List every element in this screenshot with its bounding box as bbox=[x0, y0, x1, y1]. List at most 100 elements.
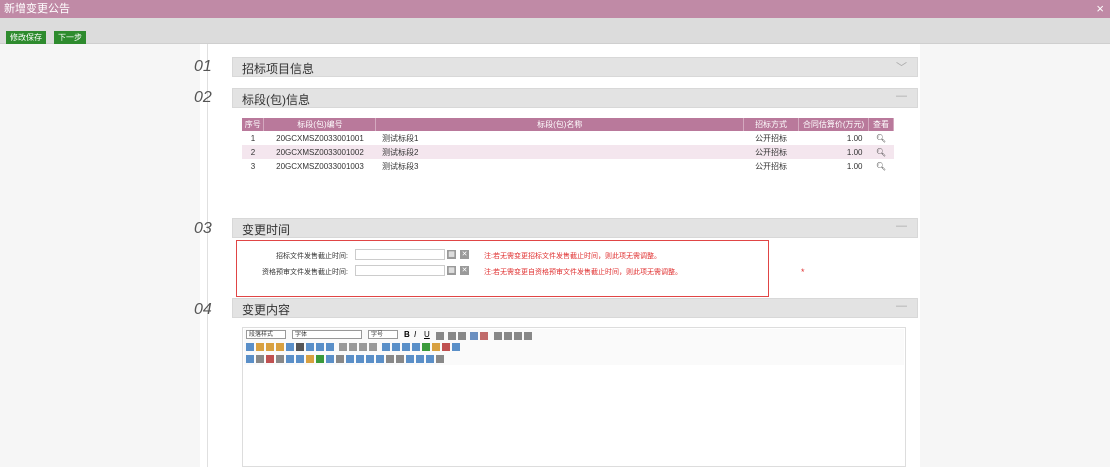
view-search-icon[interactable]: 🔍︎ bbox=[868, 145, 894, 159]
table-header-row: 序号 标段(包)编号 标段(包)名称 招标方式 合同估算价(万元) 查看 bbox=[242, 118, 895, 131]
media-icon[interactable] bbox=[442, 343, 450, 351]
link-icon[interactable] bbox=[452, 343, 460, 351]
undo-icon[interactable] bbox=[316, 343, 324, 351]
tender-deadline-input[interactable] bbox=[355, 249, 445, 260]
section-number-04: 04 bbox=[194, 301, 212, 318]
expand-toggle-icon[interactable]: ﹀ bbox=[896, 59, 907, 75]
collapse-toggle-icon[interactable]: — bbox=[896, 300, 907, 312]
italic-icon[interactable]: I bbox=[414, 331, 422, 339]
col-price: 合同估算价(万元) bbox=[798, 118, 869, 131]
rich-text-editor[interactable]: 段落样式 字体 字号 B I U bbox=[242, 327, 906, 467]
lot-code: 20GCXMSZ0033001003 bbox=[276, 161, 364, 171]
iframe-icon[interactable] bbox=[376, 355, 384, 363]
show-blocks-icon[interactable] bbox=[426, 355, 434, 363]
section-number-03: 03 bbox=[194, 220, 212, 237]
clear-icon[interactable]: ✕ bbox=[460, 266, 469, 275]
subscript-icon[interactable] bbox=[458, 332, 466, 340]
anchor-icon[interactable] bbox=[346, 355, 354, 363]
special-char-icon[interactable] bbox=[356, 355, 364, 363]
clock-icon[interactable] bbox=[396, 355, 404, 363]
section-title: 标段(包)信息 bbox=[242, 93, 310, 107]
highlight-color-icon[interactable] bbox=[480, 332, 488, 340]
select-all-icon[interactable] bbox=[306, 343, 314, 351]
strikethrough-icon[interactable] bbox=[436, 332, 444, 340]
image-icon[interactable] bbox=[422, 343, 430, 351]
section-number-02: 02 bbox=[194, 89, 212, 106]
font-family-select[interactable]: 字体 bbox=[292, 330, 362, 339]
section-header-lot-info[interactable]: 标段(包)信息 — bbox=[232, 88, 918, 108]
collapse-toggle-icon[interactable]: — bbox=[896, 90, 907, 102]
section-header-project-info[interactable]: 招标项目信息 ﹀ bbox=[232, 57, 918, 77]
form-icon[interactable] bbox=[286, 355, 294, 363]
collapse-toggle-icon[interactable]: — bbox=[896, 220, 907, 232]
clear-icon[interactable]: ✕ bbox=[460, 250, 469, 259]
row-index: 1 bbox=[250, 133, 256, 143]
close-icon[interactable]: × bbox=[1096, 0, 1104, 18]
omega-icon[interactable] bbox=[386, 355, 394, 363]
source-code-icon[interactable] bbox=[246, 355, 254, 363]
lot-name: 测试标段1 bbox=[381, 133, 419, 143]
flash-icon[interactable] bbox=[432, 343, 440, 351]
save-button[interactable]: 修改保存 bbox=[6, 31, 46, 44]
hr-icon[interactable] bbox=[336, 355, 344, 363]
preview-icon[interactable] bbox=[256, 355, 264, 363]
view-search-icon[interactable]: 🔍︎ bbox=[868, 159, 893, 173]
table-row-icon[interactable] bbox=[392, 343, 400, 351]
section-title: 变更内容 bbox=[242, 303, 291, 317]
about-icon[interactable] bbox=[436, 355, 444, 363]
align-right-icon[interactable] bbox=[514, 332, 522, 340]
outdent-icon[interactable] bbox=[359, 343, 367, 351]
superscript-icon[interactable] bbox=[448, 332, 456, 340]
redo-icon[interactable] bbox=[326, 343, 334, 351]
cut-icon[interactable] bbox=[246, 343, 254, 351]
font-size-select[interactable]: 字号 bbox=[368, 330, 398, 339]
unordered-list-icon[interactable] bbox=[349, 343, 357, 351]
radio-icon[interactable] bbox=[326, 355, 334, 363]
section-number-01: 01 bbox=[194, 58, 212, 75]
template-icon[interactable] bbox=[276, 355, 284, 363]
table-insert-icon[interactable] bbox=[382, 343, 390, 351]
find-icon[interactable] bbox=[286, 343, 294, 351]
checkbox-icon[interactable] bbox=[316, 355, 324, 363]
underline-icon[interactable]: U bbox=[424, 331, 432, 339]
font-color-icon[interactable] bbox=[470, 332, 478, 340]
view-search-icon[interactable]: 🔍︎ bbox=[868, 131, 893, 145]
row-index: 2 bbox=[242, 145, 264, 159]
indent-icon[interactable] bbox=[369, 343, 377, 351]
print-icon[interactable] bbox=[266, 355, 274, 363]
section-header-change-time[interactable]: 变更时间 — bbox=[232, 218, 918, 238]
prequal-deadline-input[interactable] bbox=[355, 265, 445, 276]
tender-deadline-note: 注:若无需变更招标文件发售截止时间，则此项无需调整。 bbox=[484, 253, 661, 260]
prequal-deadline-label: 资格预审文件发售截止时间: bbox=[262, 269, 348, 276]
table-cell-icon[interactable] bbox=[412, 343, 420, 351]
spellcheck-icon[interactable] bbox=[406, 355, 414, 363]
table-col-icon[interactable] bbox=[402, 343, 410, 351]
delete-icon[interactable] bbox=[296, 343, 304, 351]
next-step-button[interactable]: 下一步 bbox=[54, 31, 86, 44]
toolbar: 修改保存 下一步 bbox=[0, 18, 1110, 44]
lot-name: 测试标段3 bbox=[381, 161, 419, 171]
bold-icon[interactable]: B bbox=[404, 331, 412, 339]
bid-method: 公开招标 bbox=[755, 133, 788, 143]
paste-text-icon[interactable] bbox=[276, 343, 284, 351]
align-justify-icon[interactable] bbox=[524, 332, 532, 340]
textbox-icon[interactable] bbox=[296, 355, 304, 363]
copy-icon[interactable] bbox=[256, 343, 264, 351]
contract-price: 1.00 bbox=[846, 161, 863, 171]
editor-toolbar-row-2 bbox=[244, 341, 904, 353]
smiley-icon[interactable] bbox=[306, 355, 314, 363]
align-left-icon[interactable] bbox=[494, 332, 502, 340]
contract-price: 1.00 bbox=[798, 145, 869, 159]
calendar-icon[interactable]: ▦ bbox=[447, 250, 456, 259]
bid-method: 公开招标 bbox=[755, 161, 788, 171]
col-index: 序号 bbox=[242, 118, 265, 131]
calendar-icon[interactable]: ▦ bbox=[447, 266, 456, 275]
required-mark: * bbox=[801, 267, 805, 277]
paste-icon[interactable] bbox=[266, 343, 274, 351]
pagebreak-icon[interactable] bbox=[366, 355, 374, 363]
maximize-icon[interactable] bbox=[416, 355, 424, 363]
section-header-change-content[interactable]: 变更内容 — bbox=[232, 298, 918, 318]
align-center-icon[interactable] bbox=[504, 332, 512, 340]
ordered-list-icon[interactable] bbox=[339, 343, 347, 351]
paragraph-format-select[interactable]: 段落样式 bbox=[246, 330, 286, 339]
